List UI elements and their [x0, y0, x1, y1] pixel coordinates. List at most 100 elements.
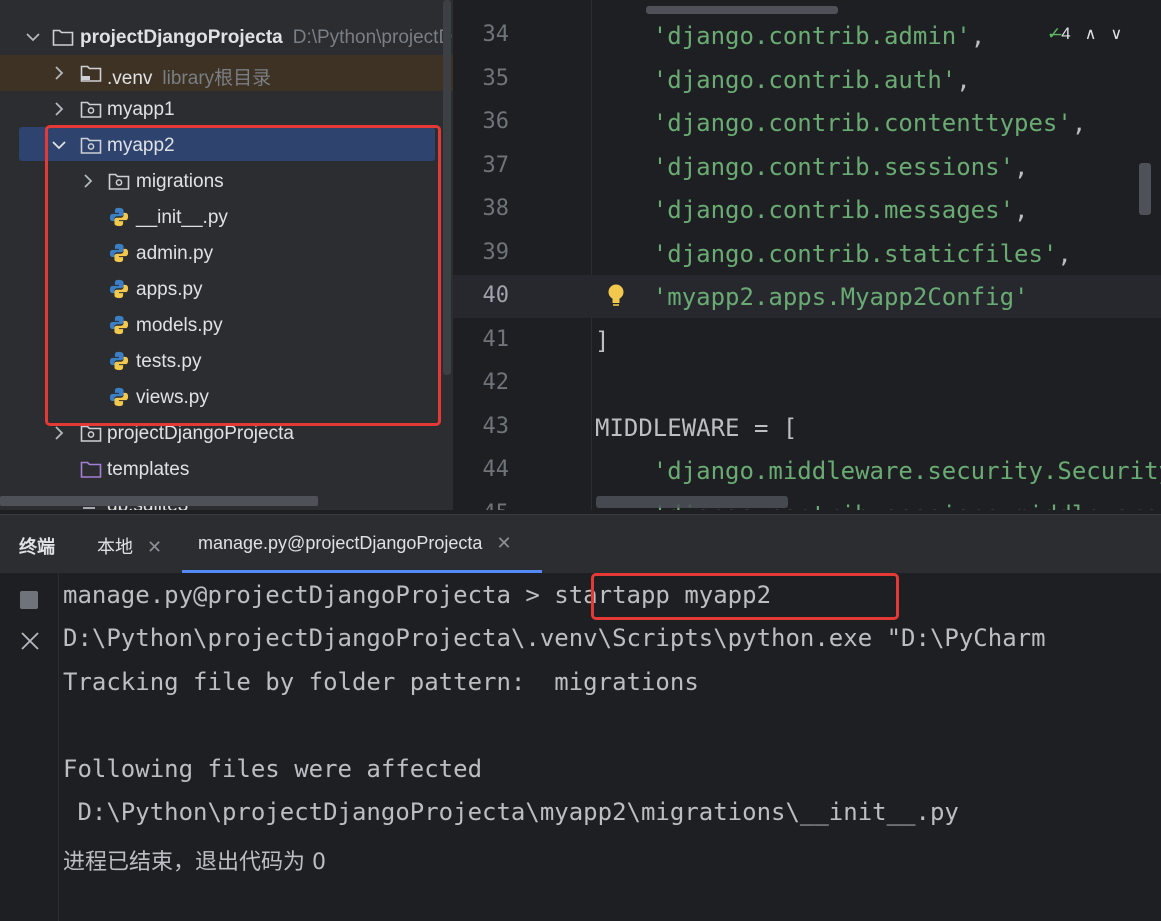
code-punctuation: ,	[970, 22, 986, 50]
code-editor[interactable]: 34 'django.contrib.admin', 35 'django.con…	[453, 0, 1161, 510]
chevron-down-icon[interactable]: ∨	[1110, 26, 1122, 43]
code-text: 'django.middleware.security.SecurityMidd…	[595, 457, 1161, 485]
line-number: 39	[482, 239, 510, 265]
string-literal: 'django.contrib.contenttypes'	[652, 109, 1072, 137]
folder-icon	[52, 29, 74, 46]
code-text: 'myapp2.apps.Myapp2Config'	[595, 283, 1029, 311]
chevron-down-icon[interactable]	[24, 28, 42, 46]
code-line[interactable]: 39 'django.contrib.staticfiles',	[453, 232, 1161, 275]
close-icon[interactable]: ✕	[147, 537, 162, 557]
tree-root-path: D:\Python\projectD	[292, 27, 453, 48]
terminal-title: 终端	[19, 537, 55, 557]
terminal-output-line: Following files were affected	[63, 755, 483, 783]
tree-horizontal-scrollbar[interactable]	[0, 496, 318, 506]
stop-icon[interactable]	[20, 591, 38, 609]
line-number: 44	[482, 457, 510, 482]
tree-vertical-scrollbar[interactable]	[443, 0, 451, 375]
code-text: 'django.contrib.sessions',	[595, 152, 1029, 181]
chevron-up-icon[interactable]: ∧	[1085, 26, 1097, 43]
tab-manage-py[interactable]: manage.py@projectDjangoProjecta ✕	[198, 533, 512, 554]
code-line[interactable]: 37 'django.contrib.sessions',	[453, 145, 1161, 188]
string-literal: 'django.contrib.auth'	[652, 65, 957, 94]
code-punctuation: ,	[1071, 109, 1087, 137]
terminal-output-line: Tracking file by folder pattern: migrati…	[63, 668, 699, 696]
terminal-output-line: D:\Python\projectDjangoProjecta\.venv\Sc…	[63, 624, 1046, 652]
code-line[interactable]: 43 MIDDLEWARE = [	[453, 406, 1161, 449]
code-punctuation: ,	[1014, 152, 1029, 181]
string-literal: 'django.contrib.staticfiles'	[652, 239, 1058, 268]
terminal-output[interactable]: manage.py@projectDjangoProjecta > starta…	[0, 573, 1161, 921]
inspection-count: 4	[1061, 24, 1071, 43]
code-punctuation: ]	[595, 326, 610, 355]
tree-item-label: myapp1	[107, 99, 175, 120]
code-line[interactable]: 41]	[453, 319, 1161, 362]
terminal-prompt: manage.py@projectDjangoProjecta >	[63, 581, 555, 609]
code-line[interactable]: 35 'django.contrib.auth',	[453, 58, 1161, 101]
folder-icon	[80, 65, 102, 82]
code-line[interactable]: 40 'myapp2.apps.Myapp2Config'	[453, 275, 1161, 318]
line-number: 40	[482, 283, 510, 308]
package-folder-icon	[80, 101, 102, 118]
tree-item-templates[interactable]: templates	[0, 451, 453, 487]
code-punctuation: ,	[1014, 196, 1029, 224]
terminal-toolbar	[0, 573, 59, 921]
terminal-tab-bar: 终端 本地 ✕ manage.py@projectDjangoProjecta ✕	[0, 514, 1161, 574]
editor-tab-scrollbar[interactable]	[646, 6, 838, 14]
string-literal: 'myapp2.apps.Myapp2Config'	[652, 283, 1029, 311]
tree-item-label: projectDjangoProjecta	[107, 423, 294, 444]
chevron-right-icon[interactable]	[50, 64, 68, 82]
code-punctuation: MIDDLEWARE = [	[595, 413, 798, 442]
inspection-widget[interactable]: ✓̶4 ∧ ∨	[1047, 24, 1122, 44]
line-number: 37	[482, 152, 510, 178]
code-text: 'django.contrib.admin',	[595, 22, 985, 50]
editor-vertical-scrollbar[interactable]	[1139, 163, 1151, 215]
chevron-right-icon[interactable]	[50, 100, 68, 118]
line-number: 35	[482, 65, 510, 91]
close-icon[interactable]	[19, 630, 41, 652]
terminal-output-line: D:\Python\projectDjangoProjecta\myapp2\m…	[63, 798, 959, 826]
command-annotation-box	[591, 573, 899, 620]
templates-folder-icon	[80, 461, 102, 478]
string-literal: 'django.contrib.admin'	[652, 22, 971, 50]
code-text: 'django.contrib.staticfiles',	[595, 240, 1072, 268]
tab-label: 本地	[97, 537, 133, 557]
highlight-annotation-box	[45, 125, 441, 426]
tree-item-hint: library根目录	[162, 68, 272, 89]
string-literal: 'django.middleware.security.SecurityMidd…	[652, 457, 1161, 485]
code-punctuation: ,	[956, 65, 971, 94]
tree-item-myapp1[interactable]: myapp1	[0, 91, 453, 127]
tab-local[interactable]: 本地 ✕	[97, 533, 162, 559]
code-line[interactable]: 42	[453, 362, 1161, 405]
package-folder-icon	[80, 425, 102, 442]
checkmark-icon: ✓̶	[1047, 24, 1062, 43]
project-tree-panel: projectDjangoProjecta D:\Python\projectD …	[0, 0, 453, 510]
editor-horizontal-scrollbar[interactable]	[596, 496, 788, 508]
tree-item-venv[interactable]: .venv library根目录	[0, 55, 453, 91]
code-line[interactable]: 44 'django.middleware.security.SecurityM…	[453, 449, 1161, 492]
tree-root-item[interactable]: projectDjangoProjecta D:\Python\projectD	[0, 19, 453, 55]
code-line[interactable]: 38 'django.contrib.messages',	[453, 188, 1161, 231]
string-literal: 'django.contrib.sessions'	[652, 152, 1015, 181]
tree-root-name: projectDjangoProjecta	[80, 27, 283, 48]
line-number: 41	[482, 326, 510, 352]
line-number: 36	[482, 109, 510, 134]
code-text: 'django.contrib.auth',	[595, 66, 971, 94]
line-number: 38	[482, 196, 510, 221]
close-icon[interactable]: ✕	[496, 533, 511, 553]
code-punctuation: ,	[1057, 239, 1072, 268]
tree-item-label: .venv	[107, 68, 153, 89]
code-text: MIDDLEWARE = [	[595, 414, 797, 442]
code-text: 'django.contrib.messages',	[595, 196, 1029, 224]
lightbulb-icon[interactable]	[606, 283, 626, 309]
code-line[interactable]: 45 'django.contrib.sessions.middleware.S…	[453, 493, 1161, 511]
line-number: 42	[482, 370, 510, 395]
code-line[interactable]: 36 'django.contrib.contenttypes',	[453, 101, 1161, 144]
tree-item-label: templates	[107, 459, 190, 480]
chevron-right-icon[interactable]	[50, 424, 68, 442]
code-text: ]	[595, 327, 609, 355]
